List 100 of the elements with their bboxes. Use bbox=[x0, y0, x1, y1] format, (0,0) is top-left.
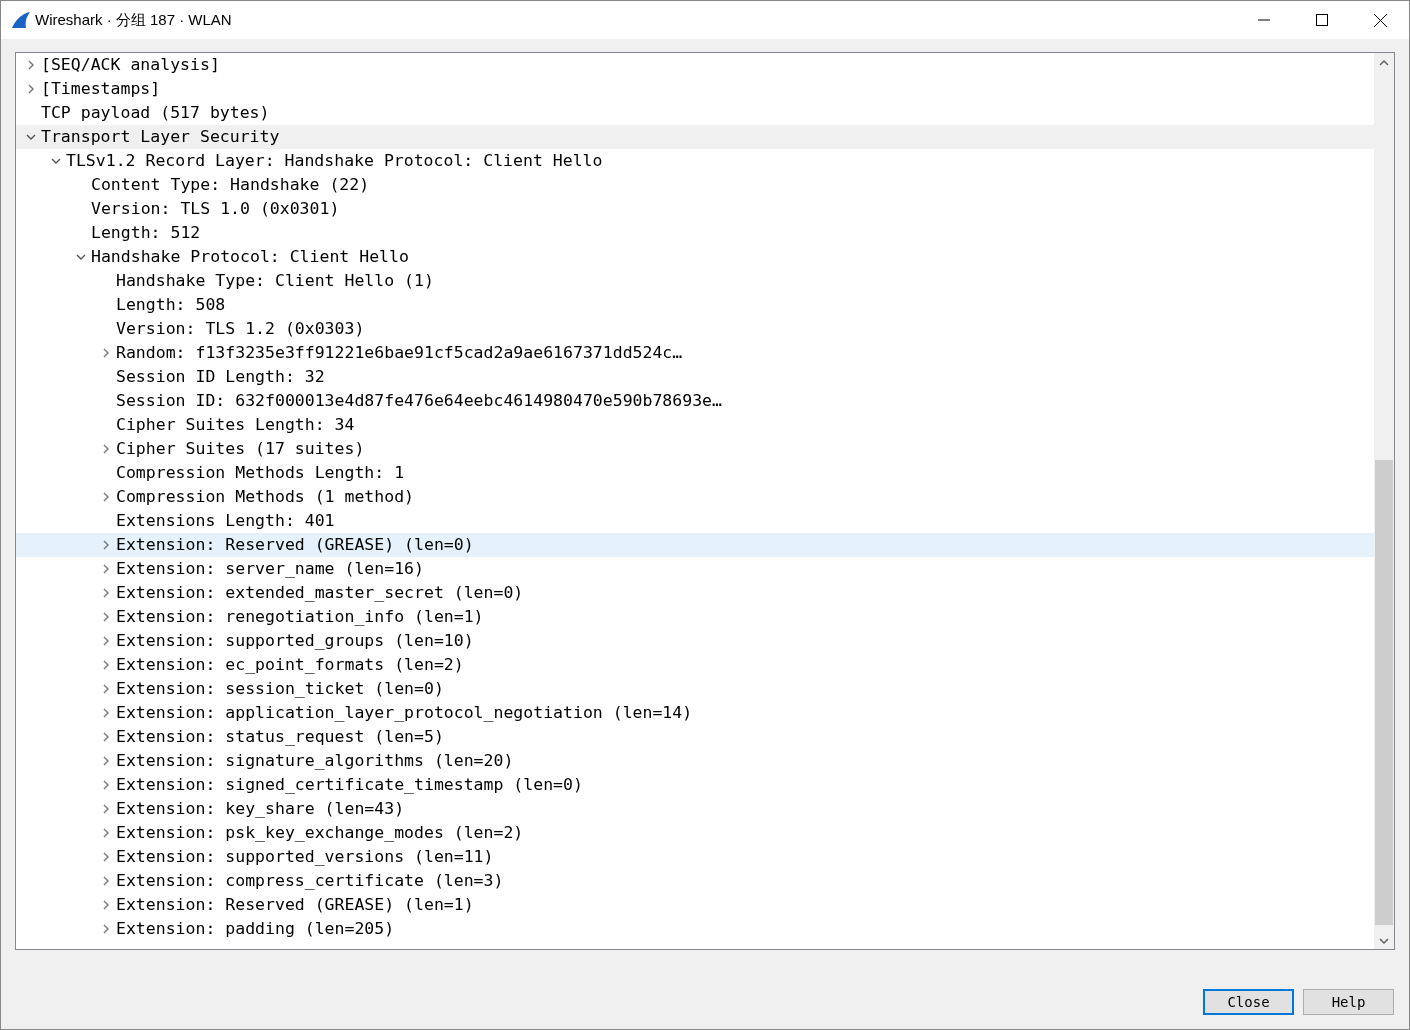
tree-row[interactable]: Extension: Reserved (GREASE) (len=1) bbox=[16, 893, 1374, 917]
tree-row[interactable]: TLSv1.2 Record Layer: Handshake Protocol: Client Hello bbox=[16, 149, 1374, 173]
tree-item-label: Extension: supported_versions (len=11) bbox=[116, 845, 494, 868]
tree-item-label: Extension: renegotiation_info (len=1) bbox=[116, 605, 484, 628]
chevron-right-icon[interactable] bbox=[101, 492, 111, 502]
chevron-right-icon[interactable] bbox=[101, 564, 111, 574]
tree-row[interactable]: Extension: padding (len=205) bbox=[16, 917, 1374, 941]
tree-row[interactable]: Version: TLS 1.2 (0x0303) bbox=[16, 317, 1374, 341]
chevron-right-icon[interactable] bbox=[26, 60, 36, 70]
tree-row[interactable]: Extension: status_request (len=5) bbox=[16, 725, 1374, 749]
chevron-right-icon[interactable] bbox=[101, 900, 111, 910]
tree-row[interactable]: Version: TLS 1.0 (0x0301) bbox=[16, 197, 1374, 221]
chevron-right-icon[interactable] bbox=[101, 780, 111, 790]
close-icon[interactable] bbox=[1373, 13, 1387, 27]
chevron-right-icon[interactable] bbox=[101, 612, 111, 622]
tree-row[interactable]: [Timestamps] bbox=[16, 77, 1374, 101]
tree-row[interactable]: Cipher Suites Length: 34 bbox=[16, 413, 1374, 437]
tree-item-label: Extension: signature_algorithms (len=20) bbox=[116, 749, 514, 772]
tree-row[interactable]: Content Type: Handshake (22) bbox=[16, 173, 1374, 197]
tree-row[interactable]: Handshake Protocol: Client Hello bbox=[16, 245, 1374, 269]
chevron-down-icon[interactable] bbox=[51, 156, 61, 166]
tree-row[interactable]: Length: 512 bbox=[16, 221, 1374, 245]
tree-item-label: Version: TLS 1.0 (0x0301) bbox=[91, 197, 340, 220]
tree-item-label: Cipher Suites (17 suites) bbox=[116, 437, 365, 460]
chevron-right-icon[interactable] bbox=[101, 348, 111, 358]
chevron-right-icon[interactable] bbox=[101, 444, 111, 454]
scroll-up-icon[interactable] bbox=[1379, 59, 1389, 66]
tree-item-label: Extension: status_request (len=5) bbox=[116, 725, 444, 748]
maximize-icon[interactable] bbox=[1316, 14, 1328, 26]
chevron-right-icon[interactable] bbox=[101, 876, 111, 886]
tree-item-label: Compression Methods (1 method) bbox=[116, 485, 414, 508]
tree-item-label: Length: 512 bbox=[91, 221, 201, 244]
tree-item-label: Handshake Protocol: Client Hello bbox=[91, 245, 409, 268]
tree-item-label: Extension: signed_certificate_timestamp (len=0) bbox=[116, 773, 583, 796]
tree-row[interactable]: Extensions Length: 401 bbox=[16, 509, 1374, 533]
tree-row[interactable]: Extension: supported_versions (len=11) bbox=[16, 845, 1374, 869]
tree-item-label: Compression Methods Length: 1 bbox=[116, 461, 405, 484]
tree-item-label: TLSv1.2 Record Layer: Handshake Protocol: Client Hello bbox=[66, 149, 603, 172]
tree-row[interactable]: Compression Methods Length: 1 bbox=[16, 461, 1374, 485]
tree-row[interactable]: Compression Methods (1 method) bbox=[16, 485, 1374, 509]
tree-item-label: Session ID Length: 32 bbox=[116, 365, 325, 388]
tree-row[interactable]: Extension: Reserved (GREASE) (len=0) bbox=[16, 533, 1374, 557]
tree-row[interactable]: Extension: extended_master_secret (len=0) bbox=[16, 581, 1374, 605]
chevron-down-icon[interactable] bbox=[76, 252, 86, 262]
tree-item-label: Session ID: 632f000013e4d87fe476e64eebc4614980470e590b78693e… bbox=[116, 389, 722, 412]
chevron-right-icon[interactable] bbox=[101, 636, 111, 646]
tree-item-label: Extension: session_ticket (len=0) bbox=[116, 677, 444, 700]
chevron-right-icon[interactable] bbox=[101, 660, 111, 670]
chevron-right-icon[interactable] bbox=[101, 540, 111, 550]
tree-row[interactable]: Session ID Length: 32 bbox=[16, 365, 1374, 389]
scroll-thumb[interactable] bbox=[1375, 460, 1393, 925]
tree-item-label: Handshake Type: Client Hello (1) bbox=[116, 269, 434, 292]
chevron-right-icon[interactable] bbox=[101, 588, 111, 598]
tree-row[interactable]: TCP payload (517 bytes) bbox=[16, 101, 1374, 125]
tree-item-label: Length: 508 bbox=[116, 293, 226, 316]
tree-item-label: Extension: extended_master_secret (len=0) bbox=[116, 581, 524, 604]
tree-item-label: Extension: server_name (len=16) bbox=[116, 557, 424, 580]
tree-row[interactable]: Handshake Type: Client Hello (1) bbox=[16, 269, 1374, 293]
tree-item-label: Extension: compress_certificate (len=3) bbox=[116, 869, 504, 892]
tree-row[interactable]: Random: f13f3235e3ff91221e6bae91cf5cad2a9ae6167371dd524c… bbox=[16, 341, 1374, 365]
chevron-right-icon[interactable] bbox=[26, 84, 36, 94]
tree-item-label: Extension: Reserved (GREASE) (len=0) bbox=[116, 533, 474, 556]
tree-row[interactable]: Extension: signature_algorithms (len=20) bbox=[16, 749, 1374, 773]
chevron-right-icon[interactable] bbox=[101, 828, 111, 838]
chevron-down-icon[interactable] bbox=[26, 132, 36, 142]
tree-row[interactable]: Extension: server_name (len=16) bbox=[16, 557, 1374, 581]
window-title: Wireshark · 分组 187 · WLAN bbox=[35, 9, 232, 30]
tree-row[interactable]: Extension: psk_key_exchange_modes (len=2) bbox=[16, 821, 1374, 845]
chevron-right-icon[interactable] bbox=[101, 804, 111, 814]
chevron-right-icon[interactable] bbox=[101, 708, 111, 718]
tree-item-label: Extension: padding (len=205) bbox=[116, 917, 395, 940]
chevron-right-icon[interactable] bbox=[101, 924, 111, 934]
scrollbar[interactable] bbox=[1374, 53, 1394, 949]
tree-row[interactable]: Extension: key_share (len=43) bbox=[16, 797, 1374, 821]
tree-row[interactable]: Transport Layer Security bbox=[16, 125, 1374, 149]
tree-row[interactable]: Extension: application_layer_protocol_negotiation (len=14) bbox=[16, 701, 1374, 725]
chevron-right-icon[interactable] bbox=[101, 852, 111, 862]
tree-row[interactable]: [SEQ/ACK analysis] bbox=[16, 53, 1374, 77]
tree-item-label: Extensions Length: 401 bbox=[116, 509, 335, 532]
tree-item-label: Extension: key_share (len=43) bbox=[116, 797, 405, 820]
tree-row[interactable]: Cipher Suites (17 suites) bbox=[16, 437, 1374, 461]
dialog-button[interactable]: Help bbox=[1303, 989, 1394, 1015]
dialog-button[interactable]: Close bbox=[1203, 989, 1294, 1015]
tree-item-label: TCP payload (517 bytes) bbox=[41, 101, 270, 124]
tree-row[interactable]: Extension: renegotiation_info (len=1) bbox=[16, 605, 1374, 629]
chevron-right-icon[interactable] bbox=[101, 732, 111, 742]
shark-fin-icon bbox=[11, 11, 31, 29]
tree-row[interactable]: Session ID: 632f000013e4d87fe476e64eebc4614980470e590b78693e… bbox=[16, 389, 1374, 413]
scroll-down-icon[interactable] bbox=[1379, 938, 1389, 945]
chevron-right-icon[interactable] bbox=[101, 756, 111, 766]
tree-row[interactable]: Extension: signed_certificate_timestamp (len=0) bbox=[16, 773, 1374, 797]
tree-item-label: Extension: psk_key_exchange_modes (len=2) bbox=[116, 821, 524, 844]
tree-row[interactable]: Length: 508 bbox=[16, 293, 1374, 317]
tree-row[interactable]: Extension: ec_point_formats (len=2) bbox=[16, 653, 1374, 677]
tree-item-label: Extension: supported_groups (len=10) bbox=[116, 629, 474, 652]
tree-row[interactable]: Extension: compress_certificate (len=3) bbox=[16, 869, 1374, 893]
chevron-right-icon[interactable] bbox=[101, 684, 111, 694]
tree-item-label: Content Type: Handshake (22) bbox=[91, 173, 370, 196]
tree-row[interactable]: Extension: supported_groups (len=10) bbox=[16, 629, 1374, 653]
tree-row[interactable]: Extension: session_ticket (len=0) bbox=[16, 677, 1374, 701]
